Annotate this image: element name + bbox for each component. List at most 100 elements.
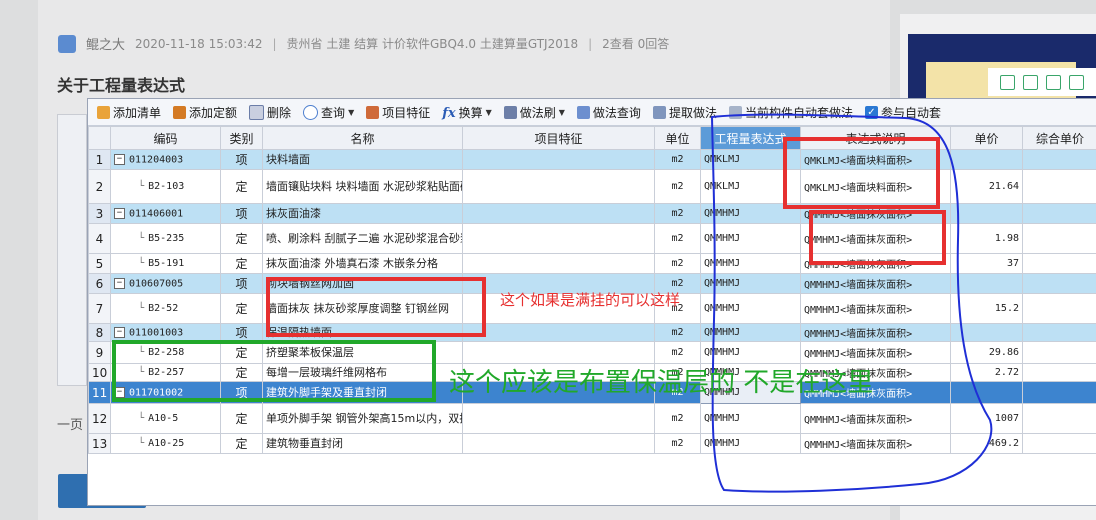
expression-desc-cell[interactable]: QMMHMJ<墙面抹灰面积> (800, 293, 951, 324)
toolbar-button-add-quota[interactable]: 添加定额 (168, 101, 242, 123)
header-cat[interactable]: 类别 (220, 126, 263, 150)
avatar[interactable] (58, 34, 76, 53)
toolbar-button-delete[interactable]: 删除 (244, 101, 296, 123)
total-price-cell[interactable] (1022, 403, 1096, 434)
fullscreen-icon[interactable] (1023, 74, 1038, 90)
category-cell[interactable]: 项 (220, 323, 263, 342)
table-row[interactable]: 4 └B5-235 定 喷、刷涂料 刮腻子二遍 水泥砂浆混合砂浆墙面 m2 QMMHMJ… (88, 223, 1096, 254)
unit-price-cell[interactable]: 29.86 (950, 341, 1023, 364)
row-number[interactable]: 4 (88, 223, 111, 254)
name-cell[interactable]: 建筑外脚手架及垂直封闭 (262, 381, 463, 404)
total-price-cell[interactable] (1022, 433, 1096, 454)
row-number[interactable]: 8 (88, 323, 111, 342)
row-number[interactable]: 3 (88, 203, 111, 224)
row-number[interactable]: 11 (88, 381, 111, 404)
expression-desc-cell[interactable]: QMMHMJ<墙面抹灰面积> (800, 403, 951, 434)
toolbar-button-extract[interactable]: 提取做法 (648, 101, 722, 123)
name-cell[interactable]: 墙面镶贴块料 块料墙面 水泥砂浆粘贴面砖 每块面积 0.012m2以内 勾缝缝宽… (262, 169, 463, 204)
category-cell[interactable]: 项 (220, 149, 263, 170)
total-price-cell[interactable] (1022, 253, 1096, 274)
unit-price-cell[interactable] (950, 273, 1023, 294)
category-cell[interactable]: 项 (220, 203, 263, 224)
header-name[interactable]: 名称 (262, 126, 463, 150)
feature-cell[interactable] (462, 323, 655, 342)
expression-desc-cell[interactable]: QMKLMJ<墙面块料面积> (800, 169, 951, 204)
unit-price-cell[interactable]: 15.2 (950, 293, 1023, 324)
chevron-down-icon[interactable]: ▼ (559, 108, 565, 117)
unit-price-cell[interactable] (950, 381, 1023, 404)
header-expr[interactable]: 工程量表达式 (700, 126, 801, 150)
expression-cell[interactable]: QMMHMJ (700, 293, 801, 324)
total-price-cell[interactable] (1022, 203, 1096, 224)
feature-cell[interactable] (462, 341, 655, 364)
table-row[interactable]: 3−011406001 项抹灰面油漆 m2 QMMHMJ QMMHMJ<墙面抹灰面积> (88, 203, 1096, 224)
fit-icon[interactable] (1000, 74, 1015, 90)
toolbar-button-feature[interactable]: 项目特征 (361, 101, 435, 123)
unit-price-cell[interactable]: 37 (950, 253, 1023, 274)
code-cell[interactable]: −010607005 (110, 273, 221, 294)
code-cell[interactable]: └ B2-103 (110, 169, 221, 204)
row-number[interactable]: 1 (88, 149, 111, 170)
category-cell[interactable]: 定 (220, 169, 263, 204)
expression-desc-cell[interactable]: QMMHMJ<墙面抹灰面积> (800, 253, 951, 274)
feature-cell[interactable] (462, 203, 655, 224)
toolbar-button-checkbox[interactable]: ✓ 参与自动套 (860, 101, 946, 123)
category-cell[interactable]: 定 (220, 293, 263, 324)
feature-cell[interactable] (462, 149, 655, 170)
close-icon[interactable] (1069, 74, 1084, 90)
collapse-icon[interactable]: − (114, 277, 125, 289)
expression-cell[interactable]: QMKLMJ (700, 149, 801, 170)
header-price[interactable]: 单价 (950, 126, 1023, 150)
row-number[interactable]: 12 (88, 403, 111, 434)
name-cell[interactable]: 保温隔热墙面 (262, 323, 463, 342)
name-cell[interactable]: 抹灰面油漆 (262, 203, 463, 224)
expression-desc-cell[interactable]: QMMHMJ<墙面抹灰面积> (800, 433, 951, 454)
table-row[interactable]: 13 └ A10-25 定 建筑物垂直封闭 m2 QMMHMJ QMMHMJ<墙面抹灰面积>… (88, 433, 1096, 454)
code-cell[interactable]: └ B2-258 (110, 341, 221, 364)
unit-cell[interactable]: m2 (654, 403, 701, 434)
category-cell[interactable]: 定 (220, 403, 263, 434)
toolbar-button-brush[interactable]: 做法刷 ▼ (499, 101, 570, 123)
expression-desc-cell[interactable]: QMMHMJ<墙面抹灰面积> (800, 203, 951, 224)
unit-price-cell[interactable] (950, 149, 1023, 170)
expression-cell[interactable]: QMMHMJ (700, 253, 801, 274)
chevron-down-icon[interactable]: ▼ (348, 108, 354, 117)
feature-cell[interactable] (462, 403, 655, 434)
expression-cell[interactable]: QMMHMJ (700, 273, 801, 294)
header-unit[interactable]: 单位 (654, 126, 701, 150)
name-cell[interactable]: 每增一层玻璃纤维网格布 (262, 363, 463, 382)
unit-price-cell[interactable]: 1007 (950, 403, 1023, 434)
unit-cell[interactable]: m2 (654, 149, 701, 170)
row-number[interactable]: 13 (88, 433, 111, 454)
name-cell[interactable]: 挤塑聚苯板保温层 (262, 341, 463, 364)
total-price-cell[interactable] (1022, 381, 1096, 404)
name-cell[interactable]: 砌块墙钢丝网加固 (262, 273, 463, 294)
table-row[interactable]: 5 └ B5-191 定 抹灰面油漆 外墙真石漆 木嵌条分格 m2 QMMHMJ QMMHM… (88, 253, 1096, 274)
unit-cell[interactable]: m2 (654, 169, 701, 204)
unit-price-cell[interactable]: 21.64 (950, 169, 1023, 204)
table-row[interactable]: 2 └B2-103 定 墙面镶贴块料 块料墙面 水泥砂浆粘贴面砖 每块面积 0.01… (88, 169, 1096, 204)
code-cell[interactable]: −011406001 (110, 203, 221, 224)
unit-price-cell[interactable] (950, 203, 1023, 224)
toolbar-button-method-query[interactable]: 做法查询 (572, 101, 646, 123)
unit-cell[interactable]: m2 (654, 203, 701, 224)
name-cell[interactable]: 单项外脚手架 钢管外架高15m以内，双排 (262, 403, 463, 434)
author-name[interactable]: 鲲之大 (86, 34, 125, 53)
expression-desc-cell[interactable]: QMMHMJ<墙面抹灰面积> (800, 341, 951, 364)
name-cell[interactable]: 墙面抹灰 抹灰砂浆厚度调整 钉钢丝网 (262, 293, 463, 324)
toolbar-button-fx[interactable]: fx 换算 ▼ (437, 101, 497, 123)
feature-cell[interactable] (462, 169, 655, 204)
row-number[interactable]: 7 (88, 293, 111, 324)
expression-cell[interactable]: QMMHMJ (700, 341, 801, 364)
expression-cell[interactable]: QMMHMJ (700, 433, 801, 454)
expression-desc-cell[interactable]: QMMHMJ<墙面抹灰面积> (800, 223, 951, 254)
expression-cell[interactable]: QMMHMJ (700, 323, 801, 342)
code-cell[interactable]: −011701002 (110, 381, 221, 404)
unit-cell[interactable]: m2 (654, 223, 701, 254)
unit-price-cell[interactable]: 1.98 (950, 223, 1023, 254)
header-feature[interactable]: 项目特征 (462, 126, 655, 150)
total-price-cell[interactable] (1022, 363, 1096, 382)
unit-cell[interactable]: m2 (654, 341, 701, 364)
name-cell[interactable]: 块料墙面 (262, 149, 463, 170)
feature-cell[interactable] (462, 433, 655, 454)
